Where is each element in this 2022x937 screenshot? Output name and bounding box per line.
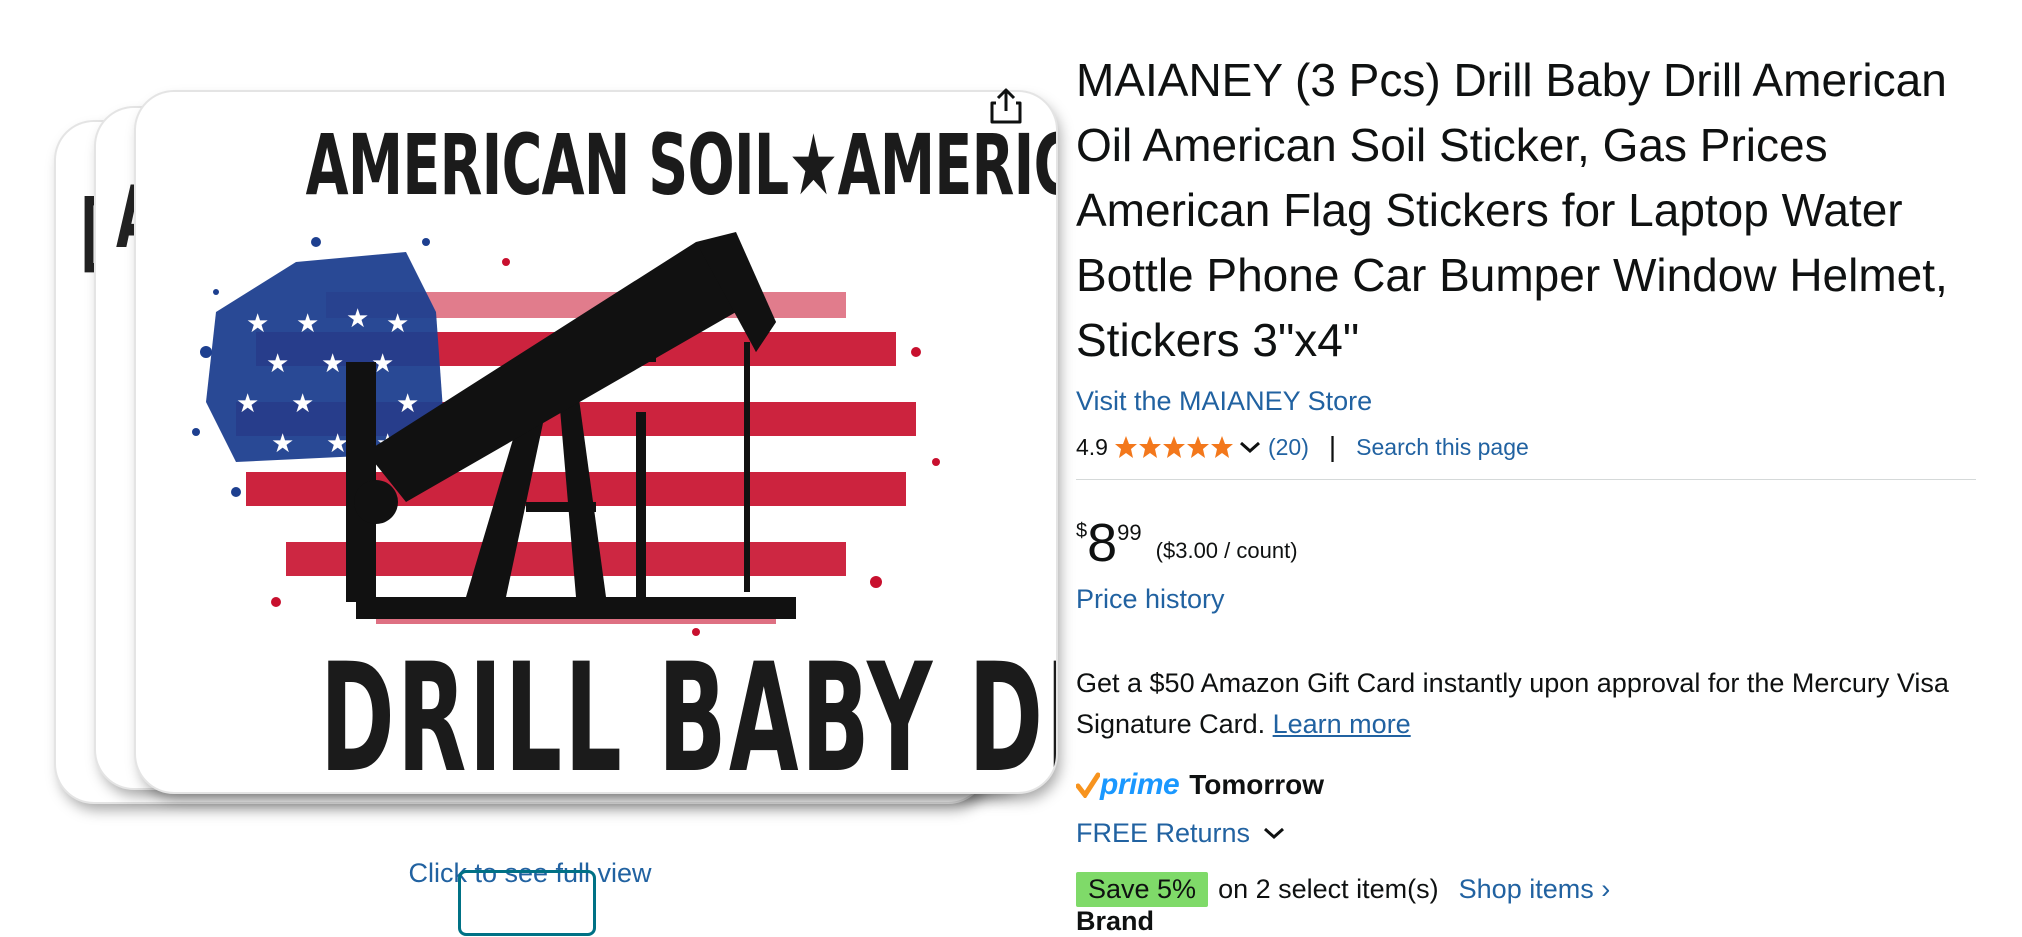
flag-pumpjack-art: ★ ★ ★ ★ ★ ★ ★ ★ ★ ★ ★ ★ ★ ★ xyxy=(192,232,940,636)
svg-text:★: ★ xyxy=(346,304,369,334)
svg-text:★: ★ xyxy=(266,349,289,379)
free-returns-label: FREE Returns xyxy=(1076,817,1251,848)
divider xyxy=(1076,479,1976,480)
svg-text:★: ★ xyxy=(296,309,319,339)
svg-text:★: ★ xyxy=(271,429,294,459)
star-icon xyxy=(1210,436,1233,458)
product-image-area[interactable]: [ A AMERICAN SOIL★AMERICAN OIL ★ ★ ★ ★ ★ xyxy=(40,40,1056,920)
save-badge: Save 5% xyxy=(1076,871,1209,907)
delivery-date: Tomorrow xyxy=(1189,769,1325,800)
learn-more-link[interactable]: Learn more xyxy=(1273,709,1411,739)
promo-text: Get a $50 Amazon Gift Card instantly upo… xyxy=(1076,668,1949,739)
star-icon xyxy=(1114,436,1137,458)
prime-logo: prime xyxy=(1100,768,1180,801)
brand-label: Brand xyxy=(1076,906,1155,936)
price-symbol: $ xyxy=(1076,520,1088,542)
prime-delivery: prime Tomorrow xyxy=(1076,765,1976,805)
share-button[interactable] xyxy=(980,80,1032,132)
svg-text:★: ★ xyxy=(236,389,259,419)
rating-row: 4.9 (20) | Search this page xyxy=(1076,429,1976,465)
product-details: MAIANEY (3 Pcs) Drill Baby Drill America… xyxy=(1076,48,1976,909)
svg-text:★: ★ xyxy=(246,309,269,339)
price-fraction: 99 xyxy=(1117,520,1142,545)
search-this-page-link[interactable]: Search this page xyxy=(1356,434,1529,461)
sticker-bottom-text: DRILL BABY DRILL xyxy=(320,632,1056,792)
save-promo: Save 5% on 2 select item(s) Shop items › xyxy=(1076,869,1976,909)
store-link[interactable]: Visit the MAIANEY Store xyxy=(1076,385,1976,417)
gift-card-promo: Get a $50 Amazon Gift Card instantly upo… xyxy=(1076,663,1976,745)
image-thumbnail[interactable] xyxy=(458,870,596,936)
price-history-link[interactable]: Price history xyxy=(1076,584,1976,615)
star-rating[interactable] xyxy=(1114,435,1268,459)
free-returns-toggle[interactable]: FREE Returns xyxy=(1076,815,1976,851)
star-icon xyxy=(1138,436,1161,458)
separator: | xyxy=(1328,431,1337,462)
chevron-down-icon xyxy=(1262,824,1286,842)
review-count-link[interactable]: (20) xyxy=(1268,434,1309,461)
svg-text:★: ★ xyxy=(291,389,314,419)
save-text: on 2 select item(s) xyxy=(1218,873,1439,904)
price-whole: 8 xyxy=(1087,513,1118,573)
unit-price: ($3.00 / count) xyxy=(1155,538,1298,563)
svg-text:★: ★ xyxy=(321,349,344,379)
shop-items-link[interactable]: Shop items › xyxy=(1459,874,1611,905)
main-product-image[interactable]: AMERICAN SOIL★AMERICAN OIL ★ ★ ★ ★ ★ ★ xyxy=(136,92,1056,792)
star-icon xyxy=(1162,436,1185,458)
sticker-top-text: AMERICAN SOIL★AMERICAN OIL xyxy=(305,116,1056,214)
share-icon xyxy=(990,88,1022,124)
prime-check-icon xyxy=(1076,772,1100,798)
star-icon xyxy=(1186,436,1209,458)
svg-text:★: ★ xyxy=(386,309,409,339)
svg-text:★: ★ xyxy=(326,429,349,459)
price: $ 8 99 ($3.00 / count) xyxy=(1076,516,1976,576)
product-title: MAIANEY (3 Pcs) Drill Baby Drill America… xyxy=(1076,54,1948,366)
chevron-down-icon[interactable] xyxy=(1238,438,1262,456)
svg-text:★: ★ xyxy=(396,389,419,419)
rating-value: 4.9 xyxy=(1076,433,1108,460)
